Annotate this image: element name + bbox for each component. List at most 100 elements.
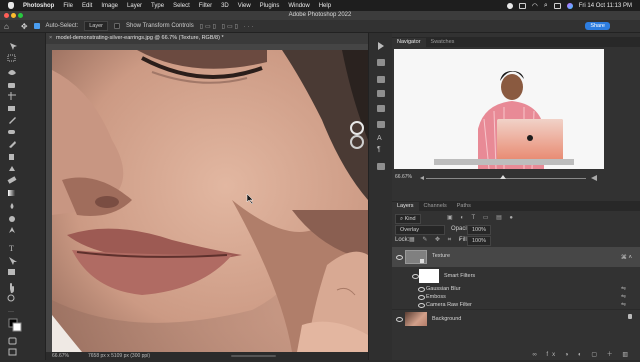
menu-file[interactable]: File [63, 3, 73, 9]
menu-layer[interactable]: Layer [127, 3, 142, 9]
color-icon[interactable] [377, 121, 385, 128]
fill-field[interactable]: 100% [467, 236, 492, 246]
filter-kind-dropdown[interactable]: ⌕ Kind [395, 214, 421, 224]
filter-eye-icon[interactable] [418, 287, 425, 292]
pen-tool-icon[interactable] [9, 227, 15, 233]
zoom-level[interactable]: 66.67% [52, 352, 69, 360]
zoom-out-icon[interactable] [420, 176, 424, 180]
opacity-field[interactable]: 100% [467, 225, 492, 235]
horizontal-scrollbar[interactable] [231, 355, 276, 357]
history-icon[interactable] [377, 59, 385, 66]
eyedropper-tool-icon[interactable] [9, 117, 16, 124]
navigator-zoom-value[interactable]: 66.67% [395, 174, 412, 180]
smart-filters-eye-icon[interactable] [412, 274, 419, 279]
auto-select-dropdown[interactable]: Layer [84, 21, 108, 31]
quick-mask-icon[interactable] [8, 337, 17, 345]
lasso-tool-icon[interactable] [8, 70, 16, 75]
visibility-eye-icon[interactable] [396, 255, 403, 260]
screen-mode-icon[interactable] [8, 348, 17, 356]
frame-tool-icon[interactable] [8, 106, 15, 111]
type-tool-icon[interactable]: T [9, 244, 14, 253]
hand-tool-icon[interactable] [10, 283, 14, 293]
properties-icon[interactable] [377, 105, 385, 112]
background-color-swatch[interactable] [12, 322, 22, 332]
filter-eye-icon[interactable] [418, 303, 425, 308]
document-tab[interactable]: model-demonstrating-silver-earrings.jpg … [46, 33, 368, 44]
brush-tool-icon[interactable] [9, 141, 16, 148]
tab-paths[interactable]: Paths [452, 202, 476, 211]
layer-name-background[interactable]: Background [432, 316, 461, 322]
tab-swatches[interactable]: Swatches [426, 38, 460, 47]
stamp-tool-icon[interactable] [9, 154, 14, 160]
home-icon[interactable]: ⌂ [4, 22, 9, 31]
filter-options-icon[interactable]: ⇋ [621, 301, 626, 308]
show-transform-checkbox[interactable] [114, 23, 120, 29]
move-tool-icon[interactable]: ✥ [21, 22, 28, 31]
menu-3d[interactable]: 3D [221, 3, 229, 9]
menu-app-name[interactable]: Photoshop [23, 3, 54, 9]
visibility-eye-icon[interactable] [396, 317, 403, 322]
clock-text[interactable]: Fri 14 Oct 11:13 PM [579, 3, 632, 9]
apple-icon[interactable] [8, 2, 14, 9]
minimize-window-button[interactable] [11, 13, 16, 18]
filter-icons[interactable]: ▣ ◐ T ▭ ▤ ● [447, 214, 516, 221]
menu-plugins[interactable]: Plugins [260, 3, 280, 9]
filter-options-icon[interactable]: ⇋ [621, 293, 626, 300]
tab-navigator[interactable]: Navigator [392, 38, 426, 47]
zoom-slider-thumb[interactable] [500, 175, 506, 179]
paragraph-icon[interactable]: ¶ [377, 146, 381, 153]
share-button[interactable]: Share [585, 22, 610, 30]
layer-footer-icons[interactable]: ∞ fx ◑ ◐ ▢ ＋ ▥ [532, 349, 632, 358]
align-icons[interactable]: ▯▭▯ ▯▭▯ ··· [200, 23, 256, 30]
more-tools-icon[interactable]: ··· [8, 309, 14, 315]
document-canvas[interactable] [52, 50, 368, 352]
eraser-tool-icon[interactable] [7, 176, 17, 184]
wifi-icon[interactable]: ◠ [532, 2, 538, 10]
layer-background[interactable]: Background [392, 309, 640, 328]
smart-filter-badge-icon[interactable]: ⌘ ˄ [621, 254, 632, 261]
crop-tool-icon[interactable] [8, 92, 16, 100]
filter-emboss[interactable]: Emboss ⇋ [392, 293, 640, 301]
dodge-tool-icon[interactable] [9, 216, 15, 222]
blur-tool-icon[interactable] [10, 203, 14, 209]
filter-gaussian-blur[interactable]: Gaussian Blur ⇋ [392, 285, 640, 293]
siri-icon[interactable] [566, 2, 573, 9]
libraries-icon[interactable] [377, 90, 385, 97]
filter-options-icon[interactable]: ⇋ [621, 285, 626, 292]
tab-layers[interactable]: Layers [392, 202, 419, 211]
blend-mode-dropdown[interactable]: Overlay [395, 225, 445, 235]
healing-tool-icon[interactable] [8, 130, 15, 134]
brushes-icon[interactable] [377, 163, 385, 170]
smart-filters-row[interactable]: Smart Filters [392, 267, 640, 285]
layer-texture[interactable]: Texture ⌘ ˄ [392, 247, 640, 267]
adjustments-icon[interactable] [377, 76, 385, 83]
menu-filter[interactable]: Filter [199, 3, 212, 9]
menu-edit[interactable]: Edit [82, 3, 92, 9]
lock-icons[interactable]: ▦ ✎ ✥ ⌗ ▪ [409, 236, 464, 244]
zoom-in-icon[interactable] [591, 175, 597, 181]
character-icon[interactable]: A [377, 135, 382, 142]
layer-name-texture[interactable]: Texture [432, 253, 450, 259]
screen-record-icon[interactable] [506, 2, 513, 9]
display-icon[interactable] [518, 2, 526, 9]
lock-icon[interactable] [628, 314, 632, 319]
menu-window[interactable]: Window [288, 3, 309, 9]
menu-type[interactable]: Type [151, 3, 164, 9]
filter-camera-raw[interactable]: Camera Raw Filter ⇋ [392, 301, 640, 309]
menu-image[interactable]: Image [101, 3, 118, 9]
close-document-icon[interactable]: × [49, 33, 52, 44]
zoom-slider[interactable] [426, 178, 586, 179]
zoom-tool-icon[interactable] [7, 294, 15, 302]
move-tool-icon[interactable] [10, 43, 17, 50]
menu-help[interactable]: Help [319, 3, 331, 9]
menu-select[interactable]: Select [173, 3, 190, 9]
path-select-tool-icon[interactable] [9, 257, 17, 265]
search-icon[interactable]: ⌕ [544, 2, 548, 10]
control-center-icon[interactable] [553, 2, 561, 9]
object-select-tool-icon[interactable] [8, 83, 15, 88]
history-brush-tool-icon[interactable] [9, 166, 15, 171]
navigator-preview[interactable] [394, 49, 604, 169]
marquee-tool-icon[interactable] [7, 54, 16, 62]
auto-select-checkbox[interactable] [33, 23, 40, 29]
gradient-tool-icon[interactable] [8, 190, 15, 196]
